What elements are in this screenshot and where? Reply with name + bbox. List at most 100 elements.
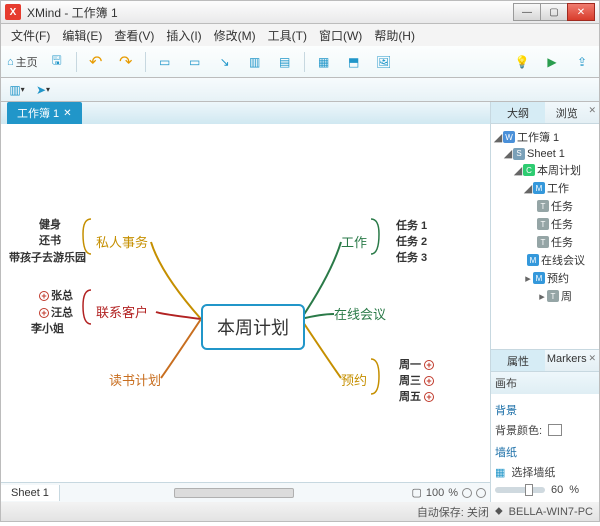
branch-personal[interactable]: 私人事务 — [96, 232, 148, 251]
leaf-task3[interactable]: 任务 3 — [396, 249, 427, 265]
redo-button[interactable]: ↷ — [115, 51, 137, 73]
tab-markers[interactable]: Markers✕ — [545, 350, 599, 371]
menu-window[interactable]: 窗口(W) — [313, 25, 368, 46]
tab-properties[interactable]: 属性 — [491, 350, 545, 371]
navigate-button[interactable]: ➤▾ — [33, 81, 53, 99]
canvas-area: 工作簿 1 ✕ 本周计划 私人事务 联系客户 读书计划 工作 — [1, 102, 490, 502]
mindmap-canvas[interactable]: 本周计划 私人事务 联系客户 读书计划 工作 在线会议 预约 健身 还书 带孩子… — [1, 124, 490, 482]
template-button[interactable]: ▦ — [313, 51, 335, 73]
menu-file[interactable]: 文件(F) — [5, 25, 56, 46]
opacity-slider[interactable] — [495, 487, 545, 493]
expand-icon[interactable]: + — [424, 376, 434, 386]
document-tab[interactable]: 工作簿 1 ✕ — [7, 102, 82, 124]
summary-button[interactable]: ▤ — [274, 51, 296, 73]
leaf-wed[interactable]: 周三 + — [399, 372, 436, 388]
leaf-zhang[interactable]: +张总 — [39, 287, 73, 303]
branch-reading[interactable]: 读书计划 — [109, 370, 161, 389]
zoom-fit-icon[interactable] — [462, 488, 472, 498]
tree-center[interactable]: 本周计划 — [537, 162, 581, 178]
sheet-tab[interactable]: Sheet 1 — [1, 485, 60, 501]
minimize-button[interactable]: — — [513, 3, 541, 21]
image-button[interactable]: 🖼 — [373, 51, 395, 73]
expand-icon[interactable]: + — [39, 308, 49, 318]
leaf-fitness[interactable]: 健身 — [39, 216, 61, 232]
node-button[interactable]: ▭ — [154, 51, 176, 73]
tree-task[interactable]: 任务 — [551, 198, 573, 214]
expand-icon[interactable]: + — [424, 392, 434, 402]
expand-icon[interactable]: + — [424, 360, 434, 370]
menu-modify[interactable]: 修改(M) — [208, 25, 262, 46]
menu-view[interactable]: 查看(V) — [108, 25, 160, 46]
center-topic[interactable]: 本周计划 — [201, 304, 305, 350]
app-logo-icon: X — [5, 4, 21, 20]
tree-task[interactable]: 任务 — [551, 234, 573, 250]
menu-insert[interactable]: 插入(I) — [160, 25, 207, 46]
status-bar: 自动保存: 关闭 ⬥ BELLA-WIN7-PC — [0, 502, 600, 522]
relation-button[interactable]: ↘ — [214, 51, 236, 73]
leaf-li[interactable]: 李小姐 — [31, 320, 64, 336]
home-icon: ⌂ — [7, 56, 14, 68]
structure-button[interactable]: ▥▾ — [7, 81, 27, 99]
toolbar-separator — [304, 52, 305, 72]
tree-online[interactable]: 在线会议 — [541, 252, 585, 268]
menu-edit[interactable]: 编辑(E) — [56, 25, 108, 46]
tree-appointment[interactable]: 预约 — [547, 270, 569, 286]
leaf-park[interactable]: 带孩子去游乐园 — [9, 249, 86, 265]
undo-button[interactable]: ↶ — [85, 51, 107, 73]
toolbar-separator — [76, 52, 77, 72]
wall-group-label: 墙纸 — [495, 444, 595, 460]
leaf-returnbook[interactable]: 还书 — [39, 232, 61, 248]
branch-contacts[interactable]: 联系客户 — [96, 302, 148, 321]
close-button[interactable]: ✕ — [567, 3, 595, 21]
share-button[interactable]: ⇪ — [571, 51, 593, 73]
tree-week[interactable]: 周 — [561, 288, 572, 304]
host-name: BELLA-WIN7-PC — [509, 506, 593, 518]
close-panel-icon[interactable]: ✕ — [588, 105, 596, 116]
close-tab-icon[interactable]: ✕ — [63, 108, 71, 119]
marker-button[interactable]: ⬒ — [343, 51, 365, 73]
save-button[interactable]: 🖫 — [46, 51, 68, 73]
workbook-icon: W — [503, 131, 515, 143]
bg-color-swatch[interactable] — [548, 424, 562, 436]
zoom-controls: ▢ 100% — [407, 486, 490, 499]
leaf-task2[interactable]: 任务 2 — [396, 233, 427, 249]
zoom-fit2-icon[interactable] — [476, 488, 486, 498]
tree-task[interactable]: 任务 — [551, 216, 573, 232]
secondary-toolbar: ▥▾ ➤▾ — [0, 78, 600, 102]
boundary-button[interactable]: ▥ — [244, 51, 266, 73]
menu-help[interactable]: 帮助(H) — [368, 25, 421, 46]
zoom-out-icon[interactable]: ▢ — [411, 486, 421, 499]
wall-select-label[interactable]: 选择墙纸 — [511, 464, 555, 480]
menu-tools[interactable]: 工具(T) — [262, 25, 313, 46]
main-icon: M — [527, 254, 539, 266]
subnode-button[interactable]: ▭ — [184, 51, 206, 73]
branch-meeting[interactable]: 在线会议 — [334, 304, 386, 323]
document-tab-label: 工作簿 1 — [17, 105, 59, 121]
leaf-fri[interactable]: 周五 + — [399, 388, 436, 404]
center-icon: C — [523, 164, 535, 176]
tree-work[interactable]: 工作 — [547, 180, 569, 196]
home-button[interactable]: ⌂ 主页 — [7, 54, 38, 70]
branch-appointment[interactable]: 预约 — [341, 370, 367, 389]
leaf-mon[interactable]: 周一 + — [399, 356, 436, 372]
wallpaper-icon: ▦ — [495, 466, 505, 479]
tree-sheet[interactable]: Sheet 1 — [527, 148, 565, 160]
branch-work[interactable]: 工作 — [341, 232, 367, 251]
tab-preview[interactable]: 浏览✕ — [545, 102, 599, 123]
properties-panel: 属性 Markers✕ 画布 背景 背景颜色: 墙纸 ▦选择墙纸 60% — [491, 349, 599, 502]
expand-icon[interactable]: + — [39, 291, 49, 301]
menu-bar: 文件(F) 编辑(E) 查看(V) 插入(I) 修改(M) 工具(T) 窗口(W… — [0, 24, 600, 46]
idea-button[interactable]: 💡 — [511, 51, 533, 73]
tree-workbook[interactable]: 工作簿 1 — [517, 129, 559, 145]
leaf-wang[interactable]: +汪总 — [39, 304, 73, 320]
present-button[interactable]: ▶ — [541, 51, 563, 73]
outline-tree[interactable]: ◢W工作簿 1 ◢SSheet 1 ◢C本周计划 ◢M工作 T任务 T任务 T任… — [491, 124, 599, 349]
close-panel-icon[interactable]: ✕ — [588, 353, 596, 364]
save-icon: 🖫 — [52, 51, 62, 72]
maximize-button[interactable]: ▢ — [540, 3, 568, 21]
outline-panel-tabs: 大纲 浏览✕ — [491, 102, 599, 124]
leaf-task1[interactable]: 任务 1 — [396, 217, 427, 233]
horizontal-scrollbar[interactable] — [60, 488, 408, 498]
image-icon: 🖼 — [376, 55, 391, 69]
tab-outline[interactable]: 大纲 — [491, 102, 545, 123]
